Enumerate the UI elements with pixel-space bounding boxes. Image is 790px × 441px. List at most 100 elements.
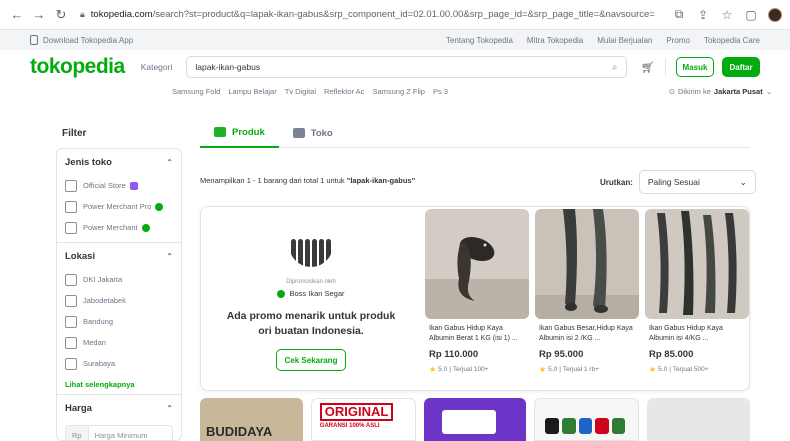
masuk-button[interactable]: Masuk <box>675 57 715 77</box>
main-header: tokopedia Kategori lapak-ikan-gabus ⌕ 🛒︎… <box>0 50 790 84</box>
tokopedia-logo[interactable]: tokopedia <box>30 55 125 79</box>
keyword-link[interactable]: Samsung Z Flip <box>372 87 425 96</box>
bookmark-star-icon[interactable]: ☆ <box>720 8 734 22</box>
checkbox[interactable] <box>65 357 77 370</box>
checkbox[interactable] <box>65 273 77 286</box>
result-summary: Menampilkan 1 - 1 barang dari total 1 un… <box>200 176 415 185</box>
chevron-up-icon[interactable]: ⌃ <box>166 404 173 413</box>
shipping-location[interactable]: ⊙ Dikirim ke Jakarta Pusat ⌄ <box>669 87 772 96</box>
link-mulai-berjualan[interactable]: Mulai Berjualan <box>597 36 652 45</box>
checkbox[interactable] <box>65 336 77 349</box>
filter-section-lokasi: Lokasi ⌃ DKI Jakarta Jabodetabek Bandung… <box>57 243 181 395</box>
section-title: Lokasi <box>65 250 96 262</box>
install-icon[interactable]: ⧉ <box>672 7 686 22</box>
keyword-link[interactable]: Tv Digital <box>285 87 316 96</box>
checkbox-power-merchant[interactable]: Power Merchant <box>65 217 173 238</box>
chevron-down-icon: ⌄ <box>765 86 772 96</box>
main-content: Filter Jenis toko ⌃ Official Store Power… <box>0 98 790 441</box>
kategori-menu[interactable]: Kategori <box>141 62 173 72</box>
back-icon[interactable]: ← <box>8 6 26 24</box>
checkbox-power-merchant-pro[interactable]: Power Merchant Pro <box>65 196 173 217</box>
download-app-link[interactable]: Download Tokopedia App <box>30 35 133 45</box>
product-title[interactable]: Ikan Gabus Hidup Kaya Albumin Berat 1 KG… <box>429 324 527 344</box>
result-prefix: Menampilkan 1 - 1 barang dari total 1 un… <box>200 176 345 185</box>
forward-icon[interactable]: → <box>30 6 48 24</box>
sort-label: Urutkan: <box>600 177 633 187</box>
promo-shop-name[interactable]: Boss Ikan Segar <box>201 289 421 298</box>
option-label: Bandung <box>83 317 114 326</box>
tab-toko[interactable]: Toko <box>279 118 347 148</box>
checkbox-medan[interactable]: Medan <box>65 332 173 353</box>
product-image[interactable] <box>645 209 749 319</box>
section-header[interactable]: Harga ⌃ <box>65 395 173 421</box>
banner-card[interactable]: ORIGINAL GARANSI 100% ASLI <box>310 398 416 441</box>
shop-logo[interactable] <box>289 223 333 267</box>
checkbox-bandung[interactable]: Bandung <box>65 311 173 332</box>
banner-card[interactable] <box>647 398 750 441</box>
cart-icon[interactable]: 🛒︎ <box>641 59 655 75</box>
filter-section-jenis-toko: Jenis toko ⌃ Official Store Power Mercha… <box>57 149 181 243</box>
banner-card[interactable]: BUDIDAYA <box>200 398 303 441</box>
banner-image <box>441 410 496 434</box>
address-bar[interactable]: 🔒︎ tokopedia.com /search?st=product&q=la… <box>80 9 664 20</box>
product-sold: Terjual 500+ <box>672 366 709 373</box>
share-icon[interactable]: ⇪ <box>696 8 710 22</box>
keyword-link[interactable]: Lampu Belajar <box>228 87 276 96</box>
lihat-selengkapnya-link[interactable]: Lihat selengkapnya <box>65 374 173 394</box>
daftar-button[interactable]: Daftar <box>722 57 761 77</box>
section-title: Harga <box>65 402 92 414</box>
sort-select[interactable]: Paling Sesuai ⌄ <box>638 170 756 194</box>
section-header[interactable]: Jenis toko ⌃ <box>65 149 173 175</box>
checkbox-surabaya[interactable]: Surabaya <box>65 353 173 374</box>
checkbox[interactable] <box>65 294 77 307</box>
link-care[interactable]: Tokopedia Care <box>704 36 760 45</box>
product-title[interactable]: Ikan Gabus Hidup Kaya Albumin isi 4/KG .… <box>649 324 747 344</box>
product-card[interactable]: Ikan Gabus Hidup Kaya Albumin isi 4/KG .… <box>645 207 749 392</box>
shipping-city: Jakarta Pusat <box>713 86 763 96</box>
checkbox[interactable] <box>65 315 77 328</box>
product-icon <box>214 127 226 137</box>
pm-badge-icon <box>141 223 150 232</box>
product-card[interactable]: Ikan Gabus Hidup Kaya Albumin Berat 1 KG… <box>425 207 529 392</box>
section-header[interactable]: Lokasi ⌃ <box>65 243 173 269</box>
tab-produk[interactable]: Produk <box>200 118 279 148</box>
checkbox[interactable] <box>65 200 77 213</box>
product-card[interactable]: Ikan Gabus Besar,Hidup Kaya Albumin isi … <box>535 207 639 392</box>
search-icon[interactable]: ⌕ <box>612 62 618 73</box>
shop-name: Boss Ikan Segar <box>289 289 345 298</box>
banner-card[interactable] <box>423 398 527 441</box>
filter-section-harga: Harga ⌃ Rp Harga Minimum <box>57 395 181 440</box>
chevron-up-icon[interactable]: ⌃ <box>166 158 173 167</box>
harga-minimum-input[interactable]: Rp Harga Minimum <box>65 425 173 440</box>
product-image[interactable] <box>535 209 639 319</box>
checkbox[interactable] <box>65 179 77 192</box>
product-image[interactable] <box>425 209 529 319</box>
result-tabs: Produk Toko <box>200 118 750 148</box>
product-title[interactable]: Ikan Gabus Besar,Hidup Kaya Albumin isi … <box>539 324 637 344</box>
chevron-up-icon[interactable]: ⌃ <box>166 252 173 261</box>
banner-card[interactable] <box>534 398 640 441</box>
cek-sekarang-button[interactable]: Cek Sekarang <box>276 349 346 371</box>
keyword-link[interactable]: Ps 3 <box>433 87 448 96</box>
product-meta: ★ 5.0 | Terjual 1 rb+ <box>539 365 599 374</box>
link-mitra[interactable]: Mitra Tokopedia <box>527 36 583 45</box>
store-icon <box>292 128 305 138</box>
product-meta: ★ 5.0 | Terjual 500+ <box>649 365 709 374</box>
product-rating: 5.0 <box>658 366 668 373</box>
checkbox-dki-jakarta[interactable]: DKI Jakarta <box>65 269 173 290</box>
lock-icon: 🔒︎ <box>80 9 85 19</box>
sidepanel-icon[interactable]: ▢ <box>744 8 758 22</box>
search-input[interactable]: lapak-ikan-gabus ⌕ <box>186 56 627 78</box>
reload-icon[interactable]: ↻ <box>52 6 70 24</box>
tab-label: Produk <box>232 126 265 138</box>
checkbox[interactable] <box>65 221 77 234</box>
option-label: Power Merchant Pro <box>83 202 152 211</box>
power-merchant-badge-icon <box>277 289 286 298</box>
link-tentang[interactable]: Tentang Tokopedia <box>446 36 513 45</box>
profile-avatar[interactable] <box>768 7 782 22</box>
link-promo[interactable]: Promo <box>666 36 690 45</box>
keyword-link[interactable]: Reflektor Ac <box>324 87 364 96</box>
checkbox-official-store[interactable]: Official Store <box>65 175 173 196</box>
keyword-link[interactable]: Samsung Fold <box>172 87 220 96</box>
checkbox-jabodetabek[interactable]: Jabodetabek <box>65 290 173 311</box>
